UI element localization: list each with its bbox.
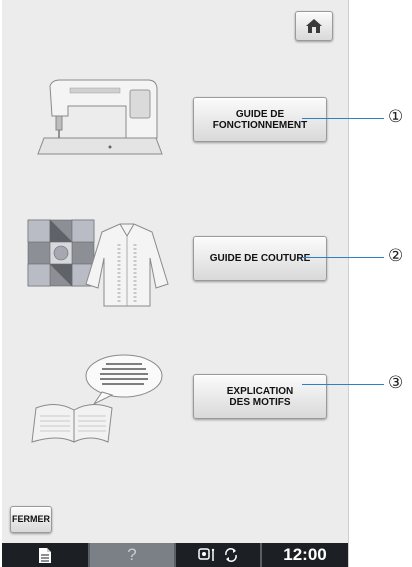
home-icon	[306, 19, 322, 33]
help-button[interactable]: ?	[90, 543, 174, 567]
callout-number-3: ③	[388, 373, 404, 393]
callout-line-1	[302, 118, 384, 119]
help-icon: ?	[127, 545, 137, 564]
home-button[interactable]	[295, 11, 333, 41]
pattern-explanation-button[interactable]: EXPLICATION DES MOTIFS	[193, 374, 327, 419]
clock: 12:00	[283, 545, 327, 564]
book-with-speech-bubble-illustration	[31, 354, 163, 443]
operation-guide-button[interactable]: GUIDE DE FONCTIONNEMENT	[193, 97, 327, 142]
status-bar: ? 12:00	[2, 543, 348, 567]
quilt-and-shirt-illustration	[27, 219, 169, 307]
callout-line-2	[302, 257, 384, 258]
sewing-guide-button[interactable]: GUIDE DE COUTURE	[193, 236, 327, 281]
lcd-screen: GUIDE DE FONCTIONNEMENT GUIDE DE COUTURE…	[2, 0, 349, 567]
close-button[interactable]: FERMER	[10, 506, 52, 533]
page-icon	[39, 547, 51, 563]
callout-number-2: ②	[388, 246, 404, 266]
refresh-icon	[225, 548, 237, 562]
callout-number-1: ①	[388, 107, 404, 127]
callout-line-3	[302, 384, 384, 385]
bobbin-icon	[198, 548, 215, 561]
page-button[interactable]	[2, 543, 88, 567]
bobbin-status[interactable]	[176, 543, 260, 567]
sewing-machine-illustration	[37, 79, 163, 155]
